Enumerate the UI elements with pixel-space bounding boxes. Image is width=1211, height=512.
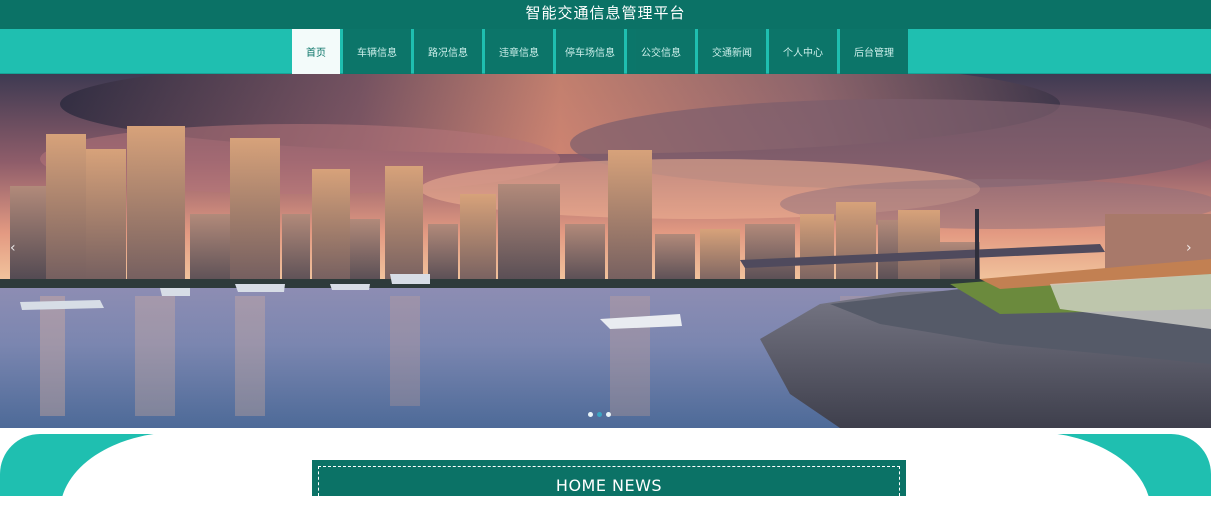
nav-item-vehicles[interactable]: 车辆信息 — [343, 29, 411, 74]
nav-item-road-conditions[interactable]: 路况信息 — [414, 29, 482, 74]
nav-item-bus[interactable]: 公交信息 — [627, 29, 695, 74]
carousel-dot-active[interactable] — [597, 412, 602, 417]
news-section: HOME NEWS — [0, 428, 1211, 512]
nav-item-admin[interactable]: 后台管理 — [840, 29, 908, 74]
news-section-title: HOME NEWS — [555, 476, 663, 495]
nav-item-home[interactable]: 首页 — [292, 29, 340, 74]
carousel-next-arrow[interactable]: › — [1186, 240, 1192, 256]
news-section-header: HOME NEWS — [312, 460, 906, 496]
carousel-dot[interactable] — [588, 412, 593, 417]
banner-image — [0, 74, 1211, 428]
nav-menu: 首页 车辆信息 路况信息 违章信息 停车场信息 公交信息 交通新闻 个人中心 后… — [292, 29, 908, 74]
carousel-dot[interactable] — [606, 412, 611, 417]
banner-carousel[interactable]: ‹ › — [0, 74, 1211, 428]
carousel-indicators — [588, 412, 611, 417]
main-navigation: 首页 车辆信息 路况信息 违章信息 停车场信息 公交信息 交通新闻 个人中心 后… — [0, 29, 1211, 74]
nav-item-parking[interactable]: 停车场信息 — [556, 29, 624, 74]
nav-item-profile[interactable]: 个人中心 — [769, 29, 837, 74]
nav-item-news[interactable]: 交通新闻 — [698, 29, 766, 74]
carousel-prev-arrow[interactable]: ‹ — [10, 240, 16, 256]
site-header: 智能交通信息管理平台 — [0, 0, 1211, 29]
site-title: 智能交通信息管理平台 — [525, 4, 686, 22]
news-header-frame: HOME NEWS — [318, 466, 900, 496]
nav-item-violations[interactable]: 违章信息 — [485, 29, 553, 74]
